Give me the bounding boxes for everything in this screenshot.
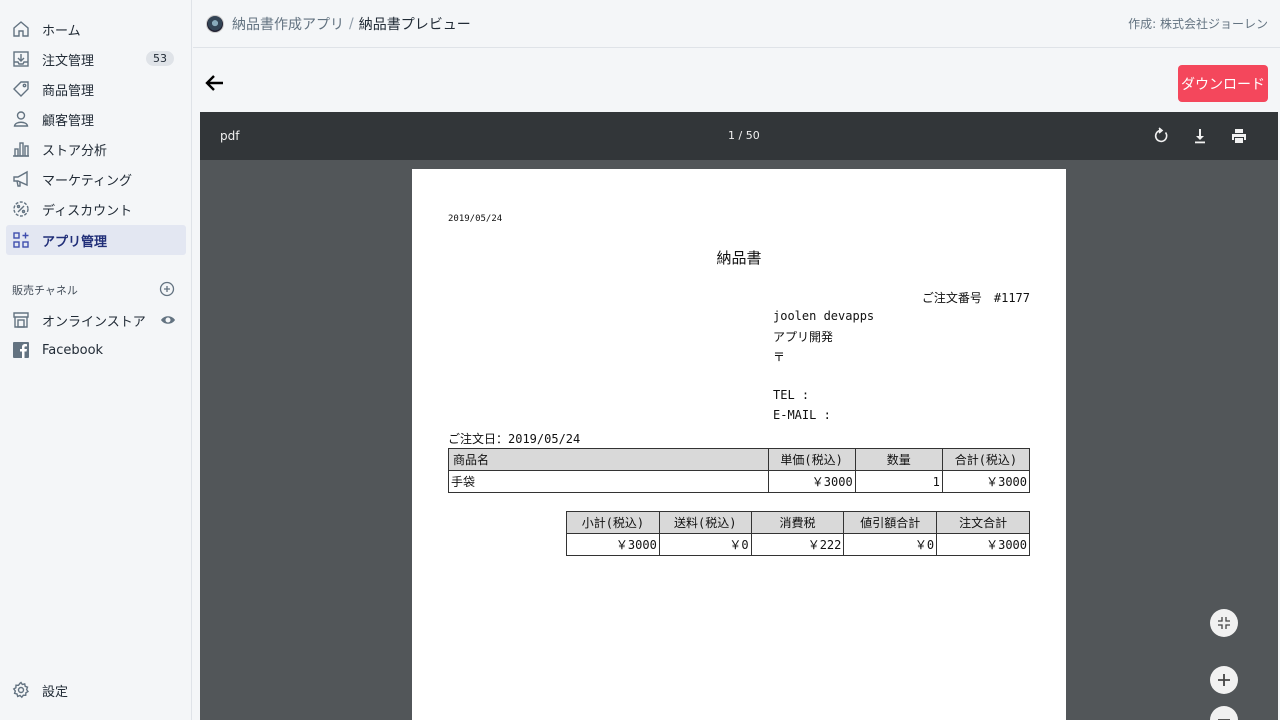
sidebar-item-label: アプリ管理: [42, 234, 108, 250]
address-line: E-MAIL :: [773, 408, 831, 422]
table-row: 手袋 ￥3000 1 ￥3000: [448, 470, 1031, 493]
sidebar: ホーム 注文管理 53 商品管理 顧客管理 ストア分析 マーケティング ディスカ…: [0, 0, 192, 720]
sidebar-item-label: ストア分析: [42, 143, 108, 159]
sidebar-item-apps[interactable]: アプリ管理: [6, 225, 186, 255]
sidebar-item-orders[interactable]: 注文管理 53: [6, 44, 186, 74]
table-header: 消費税: [750, 511, 845, 534]
sidebar-item-label: オンラインストア: [42, 314, 146, 330]
table-header: 注文合計: [936, 511, 1030, 534]
document-title: 納品書: [716, 249, 762, 267]
pdf-viewer: pdf 1 / 50 2019/05/24 納品書 ご注文番号 #1177 jo…: [200, 112, 1278, 720]
facebook-icon: [10, 339, 32, 361]
table-header-row: 小計(税込) 送料(税込) 消費税 値引額合計 注文合計: [566, 511, 1030, 534]
sidebar-item-products[interactable]: 商品管理: [6, 74, 186, 104]
store-icon: [10, 309, 32, 331]
print-icon[interactable]: [1229, 126, 1249, 146]
top-bar: 納品書作成アプリ / 納品書プレビュー 作成: 株式会社ジョーレン: [193, 0, 1280, 48]
sidebar-item-analytics[interactable]: ストア分析: [6, 134, 186, 164]
megaphone-icon: [10, 168, 32, 190]
table-cell: 手袋: [448, 470, 769, 493]
table-cell: ￥0: [843, 533, 938, 556]
app-logo-icon: [206, 14, 224, 33]
sidebar-item-label: 設定: [42, 684, 69, 700]
pdf-toolbar: pdf 1 / 50: [200, 112, 1278, 160]
table-header: 送料(税込): [658, 511, 752, 534]
sidebar-item-label: 商品管理: [42, 83, 95, 99]
home-icon: [10, 18, 32, 40]
table-row: ￥3000 ￥0 ￥222 ￥0 ￥3000: [566, 533, 1030, 556]
table-header: 商品名: [448, 448, 769, 471]
address-line: TEL :: [773, 388, 810, 402]
sales-channels-heading: 販売チャネル: [12, 284, 78, 297]
sidebar-item-customers[interactable]: 顧客管理: [6, 104, 186, 134]
orders-count-badge: 53: [146, 51, 174, 66]
items-table: 商品名 単価(税込) 数量 合計(税込) 手袋 ￥3000 1 ￥3000: [448, 448, 1031, 493]
sidebar-item-marketing[interactable]: マーケティング: [6, 164, 186, 194]
table-cell: ￥0: [658, 533, 752, 556]
sidebar-item-home[interactable]: ホーム: [6, 14, 186, 44]
table-cell: ￥3000: [936, 533, 1030, 556]
eye-icon[interactable]: [160, 312, 176, 328]
breadcrumb-app[interactable]: 納品書作成アプリ: [232, 14, 344, 34]
sidebar-item-label: Facebook: [42, 342, 104, 358]
download-icon[interactable]: [1190, 126, 1210, 146]
table-header: 値引額合計: [843, 511, 938, 534]
document-date: 2019/05/24: [448, 214, 503, 224]
sidebar-item-settings[interactable]: 設定: [6, 675, 186, 705]
order-number: ご注文番号 #1177: [921, 291, 1030, 305]
person-icon: [10, 108, 32, 130]
sidebar-item-label: 顧客管理: [42, 113, 95, 129]
summary-table: 小計(税込) 送料(税込) 消費税 値引額合計 注文合計 ￥3000 ￥0 ￥2…: [566, 511, 1030, 556]
zoom-in-icon[interactable]: [1210, 666, 1238, 694]
sidebar-item-label: 注文管理: [42, 53, 95, 69]
discount-icon: [10, 198, 32, 220]
table-header-row: 商品名 単価(税込) 数量 合計(税込): [448, 448, 1031, 471]
pdf-page: 2019/05/24 納品書 ご注文番号 #1177 joolen devapp…: [412, 169, 1066, 720]
table-cell: ￥3000: [767, 470, 856, 493]
table-header: 数量: [854, 448, 943, 471]
rotate-icon[interactable]: [1151, 126, 1171, 146]
table-header: 合計(税込): [941, 448, 1031, 471]
sidebar-item-discounts[interactable]: ディスカウント: [6, 194, 186, 224]
back-arrow-icon[interactable]: [204, 72, 226, 94]
table-header: 単価(税込): [767, 448, 856, 471]
table-header: 小計(税込): [566, 511, 660, 534]
apps-icon: [10, 229, 32, 251]
zoom-out-icon[interactable]: [1210, 706, 1238, 720]
table-cell: ￥3000: [566, 533, 660, 556]
table-cell: ￥222: [750, 533, 845, 556]
fit-page-icon[interactable]: [1210, 609, 1238, 637]
sidebar-item-label: マーケティング: [42, 173, 132, 189]
address-line: 〒: [773, 350, 786, 364]
breadcrumb-separator: /: [349, 15, 354, 32]
address-line: アプリ開発: [773, 330, 834, 344]
page-indicator: 1 / 50: [728, 129, 760, 142]
author-credit: 作成: 株式会社ジョーレン: [1128, 17, 1268, 31]
sidebar-item-facebook[interactable]: Facebook: [6, 335, 186, 365]
gear-icon: [10, 679, 32, 701]
address-line: joolen devapps: [773, 309, 875, 323]
table-cell: ￥3000: [941, 470, 1031, 493]
pdf-title: pdf: [220, 129, 240, 143]
sidebar-item-label: ディスカウント: [42, 203, 133, 219]
sidebar-item-online-store[interactable]: オンラインストア: [6, 305, 186, 335]
analytics-icon: [10, 138, 32, 160]
table-cell: 1: [854, 470, 943, 493]
orders-icon: [10, 48, 32, 70]
order-date: ご注文日：2019/05/24: [448, 432, 581, 446]
sidebar-item-label: ホーム: [42, 23, 81, 39]
tag-icon: [10, 78, 32, 100]
add-channel-icon[interactable]: [159, 281, 175, 297]
breadcrumb-current-page: 納品書プレビュー: [358, 16, 471, 33]
download-button[interactable]: ダウンロード: [1178, 65, 1268, 102]
